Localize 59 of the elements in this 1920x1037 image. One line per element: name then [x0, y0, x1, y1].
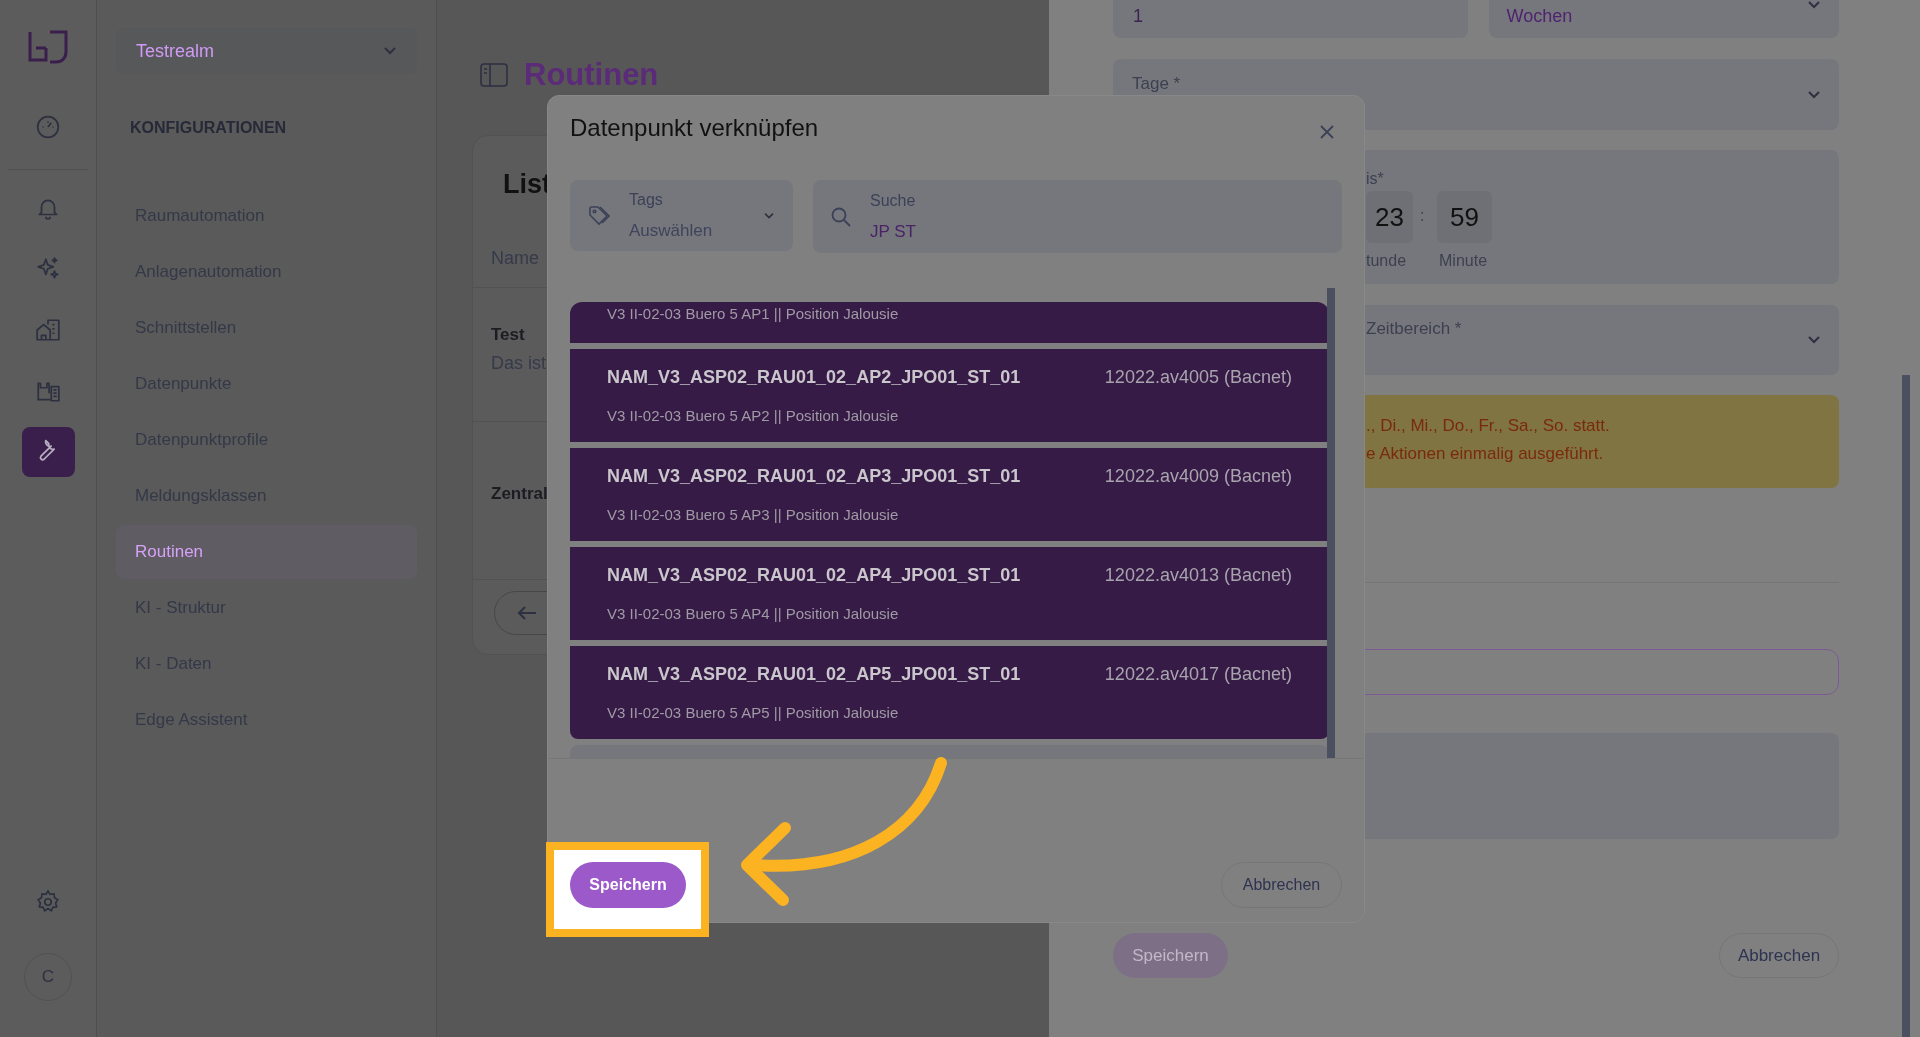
nav-item[interactable]: Routinen [116, 525, 417, 579]
realm-dropdown[interactable]: Testrealm [116, 28, 417, 74]
sparkles-icon [35, 256, 61, 282]
field-label: Suche [870, 190, 916, 211]
save-button[interactable]: Speichern [570, 862, 686, 908]
datapoint-description: V3 II-02-03 Buero 5 AP4 || Position Jalousie [607, 603, 900, 624]
logo-icon [26, 28, 70, 66]
search-value: JP ST [870, 220, 916, 243]
datapoint-description: V3 II-02-03 Buero 5 AP3 || Position Jalousie [607, 504, 900, 525]
datapoint-item[interactable]: NAM_V3_ASP02_RAU01_02_AP4_JPO01_ST_01 12022.av4013 (Bacnet) V3 II-02-03 Buero 5 AP4 || Position Jalousie [570, 547, 1329, 640]
datapoint-name: NAM_V3_ASP02_RAU01_02_AP3_JPO01_ST_01 [607, 464, 1021, 488]
datapoint-description: V3 II-02-03 Buero 5 AP5 || Position Jalousie [607, 702, 900, 723]
search-icon [831, 206, 851, 227]
field-label: Tage * [1132, 73, 1181, 95]
minute-input[interactable]: 59 [1437, 191, 1492, 243]
field-label: is* [1366, 169, 1384, 189]
dialog-title: Datenpunkt verknüpfen [570, 113, 819, 143]
datapoint-description: V3 II-02-03 Buero 5 AP1 || Position Jalousie [607, 304, 899, 324]
chevron-down-icon [1807, 90, 1821, 100]
tag-icon [588, 204, 610, 227]
chevron-down-icon [1807, 0, 1821, 10]
gauge-icon [35, 114, 61, 140]
datapoint-address: 12022.av4009 (Bacnet) [1104, 464, 1292, 488]
time-separator: : [1420, 206, 1425, 226]
datapoint-address: 12022.av4013 (Bacnet) [1104, 563, 1292, 587]
hour-input[interactable]: 23 [1366, 191, 1413, 243]
datapoint-name: NAM_V3_ASP02_RAU01_02_AP2_JPO01_ST_01 [607, 365, 1021, 389]
arrow-left-icon [517, 605, 537, 621]
chevron-down-icon [1807, 335, 1821, 345]
field-label: Tags [629, 189, 664, 210]
settings-icon[interactable] [35, 889, 61, 915]
routine-name: Zentral [491, 483, 548, 505]
datapoint-item[interactable]: NAM_V3_ASP02_RAU01_02_AP3_JPO01_ST_01 12022.av4009 (Bacnet) V3 II-02-03 Buero 5 AP3 || Position Jalousie [570, 448, 1329, 541]
interval-field[interactable]: 1 [1113, 0, 1468, 38]
notice-text: ., Di., Mi., Do., Fr., Sa., So. statt. [1366, 415, 1611, 436]
chevron-down-icon [763, 211, 775, 220]
field-label: Zeitbereich * [1366, 318, 1462, 340]
datapoint-item[interactable]: NAM_V3_ASP02_RAU01_02_AP2_JPO01_ST_01 12022.av4005 (Bacnet) V3 II-02-03 Buero 5 AP2 || Position Jalousie [570, 349, 1329, 442]
sidebar-toggle-icon[interactable] [480, 63, 508, 88]
datapoint-description: V3 II-02-03 Buero 5 AP2 || Position Jalousie [607, 405, 900, 426]
unit-dropdown[interactable]: Wochen [1488, 0, 1839, 38]
datapoint-address: 12022.av4017 (Bacnet) [1104, 662, 1292, 686]
realm-name: Testrealm [136, 39, 215, 63]
datapoint-name: NAM_V3_ASP02_RAU01_02_AP5_JPO01_ST_01 [607, 662, 1021, 686]
datapoint-item[interactable]: NAM_V3_ASP02_RAU01_02_AP5_JPO01_ST_01 12022.av4017 (Bacnet) V3 II-02-03 Buero 5 AP5 || Position Jalousie [570, 646, 1329, 739]
scrollbar[interactable] [1902, 375, 1910, 1037]
interval-value: 1 [1133, 5, 1143, 28]
datapoint-item[interactable]: V3 II-02-03 Buero 5 AP1 || Position Jalousie [570, 302, 1329, 343]
minute-label: Minute [1439, 251, 1488, 271]
routine-name: Test [491, 324, 525, 346]
notice-text: e Aktionen einmalig ausgeführt. [1366, 443, 1605, 464]
chevron-down-icon [383, 46, 397, 56]
building-icon [35, 317, 61, 343]
unit-value: Wochen [1506, 5, 1573, 28]
search-field[interactable]: Suche JP ST [813, 180, 1342, 253]
list-scrollbar[interactable] [1327, 288, 1335, 758]
close-icon[interactable] [1320, 125, 1334, 139]
hour-label: tunde [1366, 251, 1407, 271]
datapoint-name: NAM_V3_ASP02_RAU01_02_AP4_JPO01_ST_01 [607, 563, 1021, 587]
